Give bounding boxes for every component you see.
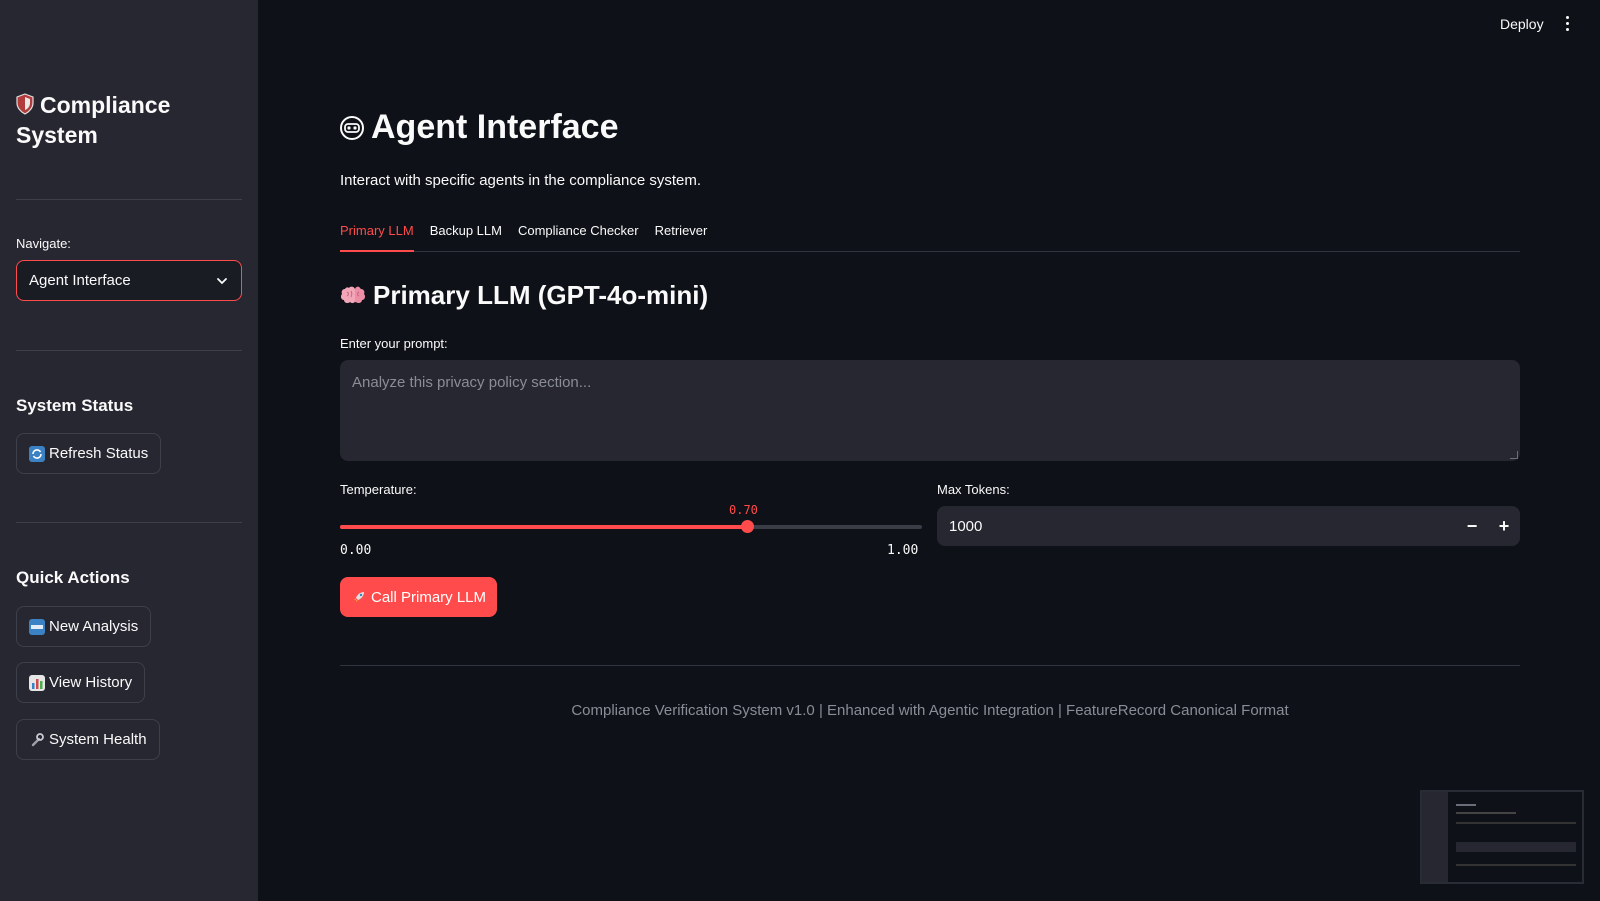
agent-tabs: Primary LLM Backup LLM Compliance Checke… [340, 222, 1520, 252]
prompt-textarea[interactable]: Analyze this privacy policy section... [340, 360, 1520, 461]
new-badge-icon [29, 618, 45, 635]
temperature-value: 0.70 [729, 503, 758, 517]
refresh-status-label: Refresh Status [49, 445, 149, 462]
deploy-button[interactable]: Deploy [1500, 16, 1544, 32]
temperature-slider-fill [340, 525, 747, 529]
call-primary-llm-label: Call Primary LLM [370, 588, 487, 606]
max-tokens-input[interactable]: 1000 − + [937, 506, 1520, 546]
max-tokens-label: Max Tokens: [937, 482, 1010, 497]
system-health-label: System Health [49, 731, 147, 748]
footer-text: Compliance Verification System v1.0 | En… [571, 702, 1289, 719]
tab-retriever[interactable]: Retriever [655, 222, 708, 252]
main-divider [340, 665, 1520, 666]
screen-preview-thumbnail [1420, 790, 1584, 884]
shield-icon [16, 93, 34, 115]
temperature-max-label: 1.00 [887, 543, 919, 558]
more-options-icon[interactable] [1566, 16, 1570, 32]
new-analysis-label: New Analysis [49, 618, 139, 635]
view-history-label: View History [49, 674, 133, 691]
view-history-button[interactable]: View History [16, 662, 146, 703]
sidebar-divider [16, 522, 242, 523]
sidebar-title-text: Compliance System [16, 92, 171, 148]
prompt-placeholder: Analyze this privacy policy section... [352, 374, 592, 391]
sidebar-divider [16, 350, 242, 351]
temperature-min-label: 0.00 [340, 543, 372, 558]
section-title-text: Primary LLM (GPT-4o-mini) [373, 280, 709, 310]
section-title: Primary LLM (GPT-4o-mini) [339, 280, 708, 311]
temperature-label: Temperature: [340, 482, 417, 497]
navigate-select[interactable]: Agent Interface [16, 260, 242, 301]
page-subtitle: Interact with specific agents in the com… [340, 172, 701, 189]
sidebar-title: Compliance System [16, 90, 236, 150]
max-tokens-value[interactable]: 1000 [937, 518, 1456, 535]
refresh-status-button[interactable]: Refresh Status [16, 433, 162, 474]
page-title-text: Agent Interface [371, 108, 619, 146]
new-analysis-button[interactable]: New Analysis [16, 606, 152, 647]
tab-primary-llm[interactable]: Primary LLM [340, 222, 414, 252]
increment-button[interactable]: + [1488, 506, 1520, 546]
page-title: Agent Interface [339, 108, 619, 147]
wrench-icon [29, 732, 45, 748]
system-status-heading: System Status [16, 396, 134, 415]
system-health-button[interactable]: System Health [16, 719, 160, 760]
quick-actions-heading: Quick Actions [16, 568, 130, 587]
tab-backup-llm[interactable]: Backup LLM [430, 222, 502, 252]
refresh-icon [29, 445, 45, 462]
call-primary-llm-button[interactable]: Call Primary LLM [340, 577, 497, 617]
temperature-slider[interactable] [340, 520, 922, 533]
navigate-label: Navigate: [16, 236, 71, 251]
navigate-select-value: Agent Interface [29, 272, 131, 289]
tab-compliance-checker[interactable]: Compliance Checker [518, 222, 639, 252]
rocket-icon [353, 592, 364, 602]
chevron-down-icon [217, 277, 227, 284]
decrement-button[interactable]: − [1456, 506, 1488, 546]
robot-face-icon [340, 115, 364, 140]
temperature-slider-thumb[interactable] [741, 520, 754, 533]
resize-handle[interactable] [1510, 451, 1518, 459]
sidebar-divider [16, 199, 242, 200]
bar-chart-icon [29, 674, 45, 691]
sidebar: Compliance System Navigate: Agent Interf… [0, 0, 258, 901]
brain-icon [340, 286, 366, 303]
prompt-label: Enter your prompt: [340, 336, 448, 351]
